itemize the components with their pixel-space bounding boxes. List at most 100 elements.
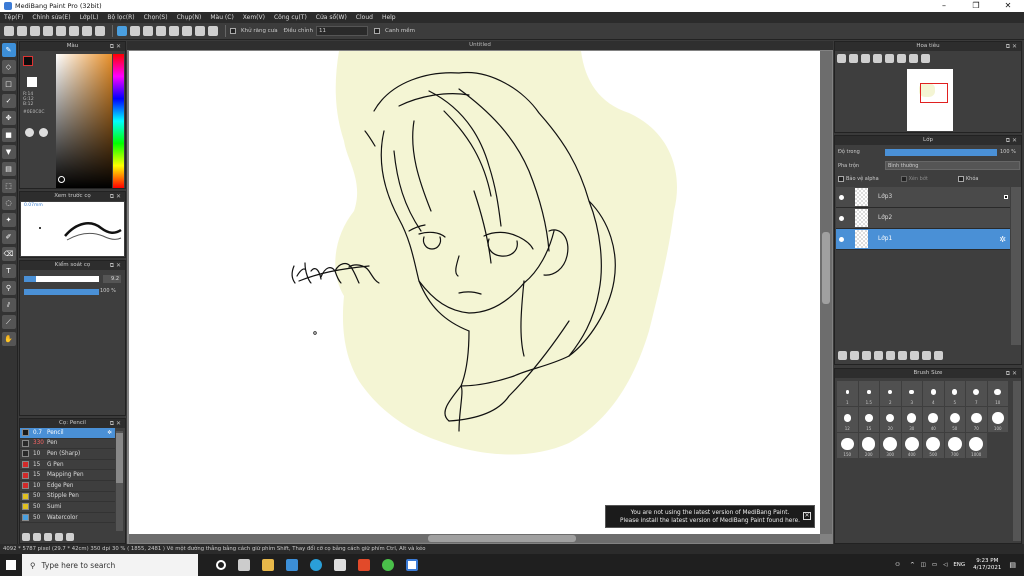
mail-icon[interactable] <box>286 559 298 571</box>
network-icon[interactable]: ◫ <box>921 562 926 568</box>
update-notice[interactable]: You are not using the latest version of … <box>605 505 815 528</box>
cortana-icon[interactable] <box>216 560 226 570</box>
brush-size-option[interactable]: 40 <box>923 407 944 432</box>
redo-icon[interactable] <box>95 26 105 36</box>
brush-size-option[interactable]: 30 <box>901 407 922 432</box>
operation-tool-icon[interactable]: ⚲ <box>1 281 16 295</box>
select-pen-icon[interactable]: ✐ <box>1 230 16 244</box>
brush-item-watercolor[interactable]: 50 Watercolor <box>20 513 115 524</box>
new-layer-icon[interactable] <box>838 351 847 360</box>
close-button[interactable]: ✕ <box>992 0 1024 12</box>
settings-snap-icon[interactable] <box>208 26 218 36</box>
file-explorer-icon[interactable] <box>262 559 274 571</box>
layer-opacity-slider[interactable] <box>885 149 997 156</box>
rotate-right-icon[interactable] <box>909 54 918 63</box>
drawing-canvas[interactable] <box>129 51 820 534</box>
radial-snap-icon[interactable] <box>169 26 179 36</box>
new-layer-8bit-icon[interactable] <box>850 351 859 360</box>
add-brush-icon[interactable] <box>22 533 30 541</box>
duplicate-layer-icon[interactable] <box>898 351 907 360</box>
brush-size-option[interactable]: 500 <box>923 433 944 458</box>
fit-icon[interactable] <box>861 54 870 63</box>
eye-icon[interactable] <box>839 236 844 242</box>
maximize-button[interactable]: ❐ <box>960 0 992 12</box>
saturation-value-square[interactable] <box>56 54 112 188</box>
brush-size-option[interactable]: 300 <box>880 433 901 458</box>
brush-size-option[interactable]: 1000 <box>966 433 987 458</box>
brush-size-option[interactable]: 3 <box>901 381 922 406</box>
menu-help[interactable]: Help <box>382 14 396 21</box>
brush-size-slider[interactable] <box>24 276 99 282</box>
language-indicator[interactable]: ENG <box>953 562 965 568</box>
palette-icon[interactable] <box>25 128 34 137</box>
brush-size-option[interactable]: 400 <box>901 433 922 458</box>
hand-tool-icon[interactable]: ✋ <box>1 332 16 346</box>
export-icon[interactable] <box>56 26 66 36</box>
brush-size-option[interactable]: 7 <box>966 381 987 406</box>
brush-item-pen[interactable]: 330 Pen <box>20 439 115 450</box>
brush-size-option[interactable]: 15 <box>858 407 879 432</box>
foreground-color[interactable] <box>23 56 33 66</box>
hue-slider[interactable] <box>113 54 124 188</box>
eraser-tool-icon[interactable]: ◇ <box>1 60 16 74</box>
gear-icon[interactable]: ✲ <box>999 235 1006 244</box>
layer-settings-icon[interactable] <box>922 351 931 360</box>
canvas-vertical-scroll-thumb[interactable] <box>822 232 830 304</box>
gradient-tool-icon[interactable]: ▤ <box>1 162 16 176</box>
menu-edit[interactable]: Chỉnh sửa(E) <box>32 14 70 21</box>
brush-settings-icon[interactable] <box>33 533 41 541</box>
menu-cloud[interactable]: Cloud <box>356 14 373 21</box>
anti-alias-checkbox[interactable] <box>230 28 236 34</box>
rotate-left-icon[interactable] <box>885 54 894 63</box>
zoom-in-icon[interactable] <box>837 54 846 63</box>
brush-delete-icon[interactable] <box>66 533 74 541</box>
actual-size-icon[interactable] <box>873 54 882 63</box>
eye-icon[interactable] <box>839 194 844 200</box>
color-picker-icon[interactable] <box>39 128 48 137</box>
brush-folder-icon[interactable] <box>44 533 52 541</box>
layer-item-3[interactable]: Lớp3 <box>836 187 1010 208</box>
divide-tool-icon[interactable]: ⫽ <box>1 298 16 312</box>
protect-alpha-checkbox[interactable] <box>838 176 844 182</box>
select-tool-icon[interactable]: ✓ <box>1 94 16 108</box>
clipping-checkbox[interactable] <box>900 176 907 182</box>
brush-size-option[interactable]: 200 <box>858 433 879 458</box>
curve-snap-icon[interactable] <box>195 26 205 36</box>
move-tool-icon[interactable]: ✥ <box>1 111 16 125</box>
brush-item-pencil[interactable]: 0.7 Pencil ✲ <box>20 428 115 439</box>
canvas-tab[interactable]: Untitled <box>127 41 833 50</box>
edge-icon[interactable] <box>310 559 322 571</box>
brush-item-g-pen[interactable]: 15 G Pen <box>20 460 115 471</box>
brush-list-scrollbar[interactable] <box>116 431 123 531</box>
bucket-tool-icon[interactable]: ▼ <box>1 145 16 159</box>
delete-layer-icon[interactable] <box>934 351 943 360</box>
store-icon[interactable] <box>334 559 346 571</box>
cloud-icon[interactable] <box>4 26 14 36</box>
parallel-snap-icon[interactable] <box>130 26 140 36</box>
brush-size-option[interactable]: 50 <box>944 407 965 432</box>
brush-size-option[interactable]: 20 <box>880 407 901 432</box>
blend-mode-dropdown[interactable]: Bình thường <box>885 161 1020 170</box>
eyedropper-tool-icon[interactable]: ⟋ <box>1 315 16 329</box>
brush-size-option[interactable]: 1 <box>837 381 858 406</box>
eye-icon[interactable] <box>839 215 844 221</box>
fill-rect-tool-icon[interactable]: ■ <box>1 128 16 142</box>
brush-item-mapping-pen[interactable]: 15 Mapping Pen <box>20 470 115 481</box>
zoom-out-icon[interactable] <box>849 54 858 63</box>
minimize-button[interactable]: – <box>928 0 960 12</box>
correction-dropdown[interactable]: 11 <box>316 26 368 36</box>
layer-item-2[interactable]: Lớp2 <box>836 208 1010 229</box>
brush-size-option[interactable]: 2 <box>880 381 901 406</box>
undo-icon[interactable] <box>82 26 92 36</box>
brush-item-sumi[interactable]: 50 Sumi <box>20 502 115 513</box>
new-file-icon[interactable] <box>17 26 27 36</box>
menu-filter[interactable]: Bộ lọc(R) <box>107 14 134 21</box>
brush-opacity-slider[interactable] <box>24 289 99 295</box>
notifications-icon[interactable]: ▤ <box>1009 561 1016 569</box>
menu-view[interactable]: Xem(V) <box>243 14 265 21</box>
medibang-taskbar-icon[interactable] <box>406 559 418 571</box>
menu-file[interactable]: Tệp(F) <box>4 14 23 21</box>
brush-size-scrollbar[interactable] <box>1013 381 1021 541</box>
brush-size-option[interactable]: 70 <box>966 407 987 432</box>
rotate-reset-icon[interactable] <box>897 54 906 63</box>
